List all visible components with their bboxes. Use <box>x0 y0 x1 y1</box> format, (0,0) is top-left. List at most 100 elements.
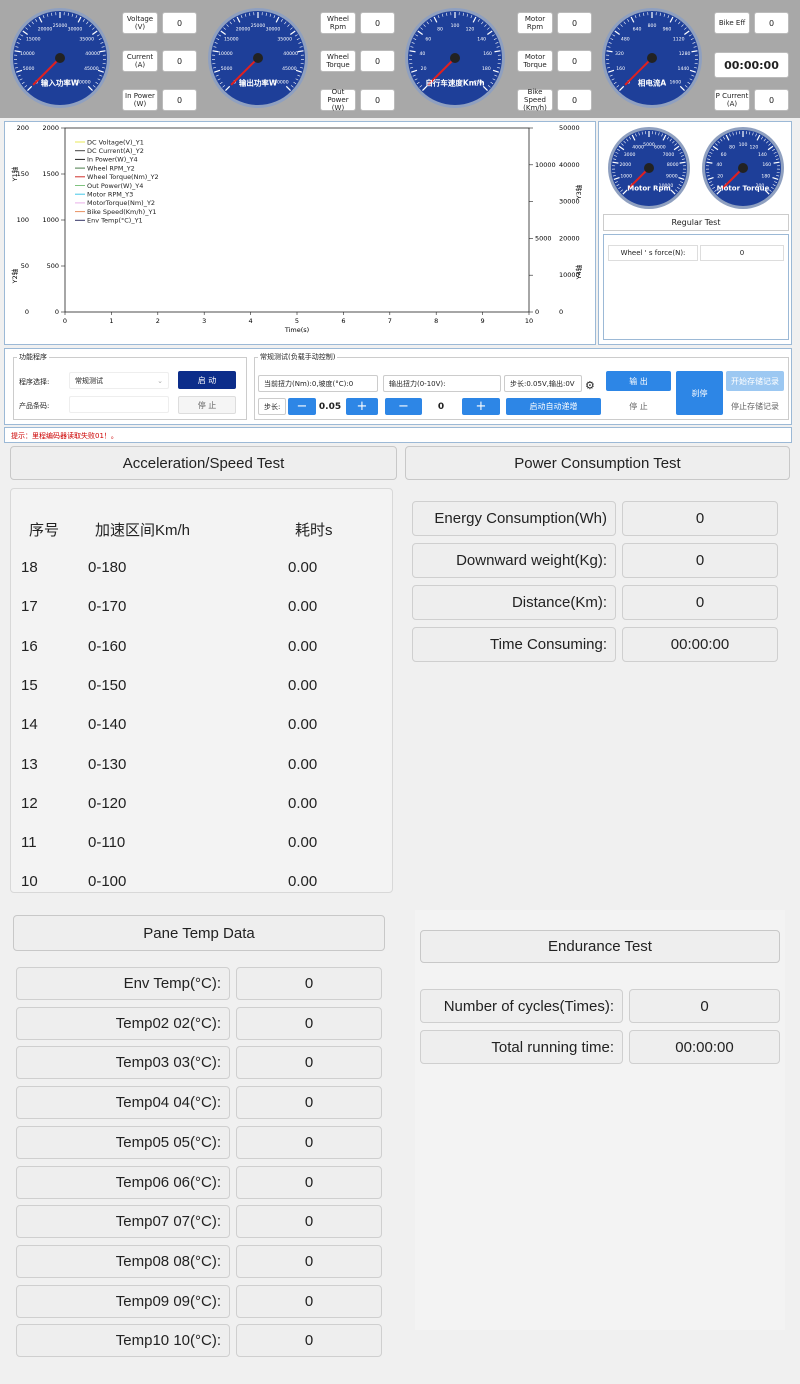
legend-entry: Motor RPM_Y3 <box>87 191 133 199</box>
gauge-2: 020406080100120140160180200自行车速度Km/h <box>405 8 505 108</box>
motor-rpm-gauge-tick-label: 1000 <box>620 173 632 179</box>
y4-tick-label: 5000 <box>535 234 552 242</box>
gauge-2-label: 自行车速度Km/h <box>425 78 484 88</box>
legend-entry: Wheel Torque(Nm)_Y2 <box>87 173 159 181</box>
gauge-card: 0 5000 10000 15000 20000 25000 30000 35000 40000… <box>4 6 197 112</box>
gauge-0: 0500010000150002000025000300003500040000… <box>10 8 110 108</box>
motor-torque-gauge-tick-label: 80 <box>729 145 735 151</box>
gauge-0-hub <box>55 53 65 63</box>
x-tick-label: 4 <box>249 317 253 325</box>
torque-minus-button[interactable]: − <box>385 398 422 415</box>
motor-torque-gauge-tick-label: 60 <box>721 152 727 158</box>
field-label: Wheel Torque <box>320 50 356 72</box>
table-row: 15 0-150 0.00 <box>11 667 391 706</box>
step-plus-button[interactable]: + <box>346 398 378 415</box>
brake-button[interactable]: 刹停 <box>676 371 723 415</box>
x-tick-label: 10 <box>525 317 533 325</box>
field-label: Voltage (V) <box>122 12 158 34</box>
stop-button[interactable]: 停 止 <box>178 396 236 414</box>
pane-temp-title: Pane Temp Data <box>13 915 385 951</box>
y1-tick-label: 100 <box>17 216 29 224</box>
col-index: 序号 <box>29 522 60 539</box>
legend-entry: MotorTorque(Nm)_Y2 <box>87 199 155 207</box>
y4-tick-label: 0 <box>535 308 539 316</box>
step-minus-button[interactable]: − <box>288 398 316 415</box>
gauge-3-label: 相电流A <box>638 78 666 88</box>
multi-axis-chart: 0 1 2 3 4 5 6 7 8 9 10Time(s)050100150200050010001… <box>10 124 583 334</box>
col-range: 加速区间Km/h <box>95 522 191 539</box>
gear-icon[interactable]: ⚙ <box>585 379 595 392</box>
auto-increase-button[interactable]: 启动自动递增 <box>506 398 601 415</box>
temp-value: 0 <box>236 1244 382 1278</box>
x-tick-label: 1 <box>109 317 113 325</box>
temp-label: Temp06 06(°C): <box>16 1165 230 1199</box>
table-row: 16 0-160 0.00 <box>11 628 391 667</box>
gauge-0-tick-label: 10000 <box>20 51 35 57</box>
output-stop-button[interactable]: 停 止 <box>606 397 671 415</box>
gauge-3-tick-label: 1280 <box>679 51 691 57</box>
power-label: Time Consuming: <box>412 627 616 662</box>
field-value: 0 <box>360 89 395 111</box>
stop-record-button[interactable]: 停止存储记录 <box>726 397 784 415</box>
gauge-2-tick-label: 80 <box>437 27 443 33</box>
row-time: 0.00 <box>288 834 318 852</box>
motor-torque-gauge-tick-label: 20 <box>717 173 723 179</box>
acceleration-title: Acceleration/Speed Test <box>10 446 397 480</box>
temp-value: 0 <box>236 1006 382 1040</box>
motor-torque-gauge-tick-label: 180 <box>761 173 770 179</box>
motor-torque-gauge-tick-label: 140 <box>758 152 767 158</box>
start-button[interactable]: 启 动 <box>178 371 236 389</box>
hint-bar: 提示：里程编码器读取失败01！。 <box>4 427 792 443</box>
barcode-input[interactable] <box>69 396 169 413</box>
program-select[interactable]: 常规测试 ⌄ <box>69 372 169 389</box>
row-index: 10 <box>21 873 38 891</box>
gauge-card: 0 20 40 60 80 100 120 140 160 180 200 自行车速度Km/h Moto… <box>399 6 592 112</box>
temp-value: 0 <box>236 1086 382 1120</box>
table-row: 13 0-130 0.00 <box>11 746 391 785</box>
gauge-2-tick-label: 120 <box>466 27 475 33</box>
field-label: Motor Rpm <box>517 12 553 34</box>
gauge-1: 0500010000150002000025000300003500040000… <box>208 8 308 108</box>
gauge-1-tick-label: 25000 <box>251 23 266 29</box>
temp-label: Temp03 03(°C): <box>16 1046 230 1080</box>
output-torque-label: 输出扭力(0-10V): <box>383 375 501 392</box>
row-index: 17 <box>21 598 38 616</box>
col-time: 耗时s <box>295 522 333 539</box>
table-row: 10 0-100 0.00 <box>11 863 391 892</box>
gauge-3-tick-label: 800 <box>648 23 657 29</box>
gauge-1-tick-label: 35000 <box>277 37 292 43</box>
gauge-3-tick-label: 1440 <box>678 66 690 72</box>
control-panel: 功能程序 程序选择: 常规测试 ⌄ 启 动 产品条码: 停 止 常规测试(负载手动… <box>4 348 792 425</box>
motor-rpm-gauge-tick-label: 6000 <box>654 145 666 151</box>
torque-plus-button[interactable]: + <box>462 398 500 415</box>
temp-value: 0 <box>236 1205 382 1239</box>
row-range: 0-150 <box>88 676 127 694</box>
start-record-button[interactable]: 开始存储记录 <box>726 371 784 391</box>
gauge-2-tick-label: 160 <box>483 51 492 57</box>
function-group-title: 功能程序 <box>17 352 49 362</box>
y1-tick-label: 0 <box>25 308 29 316</box>
gauge-2-hub <box>450 53 460 63</box>
gauge-1-tick-label: 20000 <box>236 27 251 33</box>
y1-axis-label: Y1轴 <box>10 166 19 182</box>
field-value: 0 <box>162 89 197 111</box>
row-index: 18 <box>21 559 38 576</box>
motor-torque-gauge-label: Motor Torque <box>717 185 770 193</box>
x-tick-label: 8 <box>434 317 438 325</box>
chevron-down-icon: ⌄ <box>157 376 163 385</box>
table-row: 12 0-120 0.00 <box>11 785 391 824</box>
gauge-2-tick-label: 20 <box>421 66 427 72</box>
x-tick-label: 9 <box>481 317 485 325</box>
field-value: 0 <box>557 50 592 72</box>
motor-rpm-gauge-tick-label: 2000 <box>619 162 631 168</box>
field-label: Bike Speed (Km/h) <box>517 88 553 112</box>
legend-entry: Env Temp(°C)_Y1 <box>87 217 143 225</box>
legend-entry: DC Current(A)_Y2 <box>87 147 144 155</box>
gauge-3-tick-label: 160 <box>616 66 625 72</box>
legend-entry: Out Power(W)_Y4 <box>87 182 143 190</box>
timer-display: 00:00:00 <box>714 52 789 78</box>
temp-label: Temp05 05(°C): <box>16 1125 230 1159</box>
wheel-force-box: Wheel ' s force(N): 0 <box>603 234 789 340</box>
output-button[interactable]: 输 出 <box>606 371 671 391</box>
row-index: 15 <box>21 676 38 694</box>
